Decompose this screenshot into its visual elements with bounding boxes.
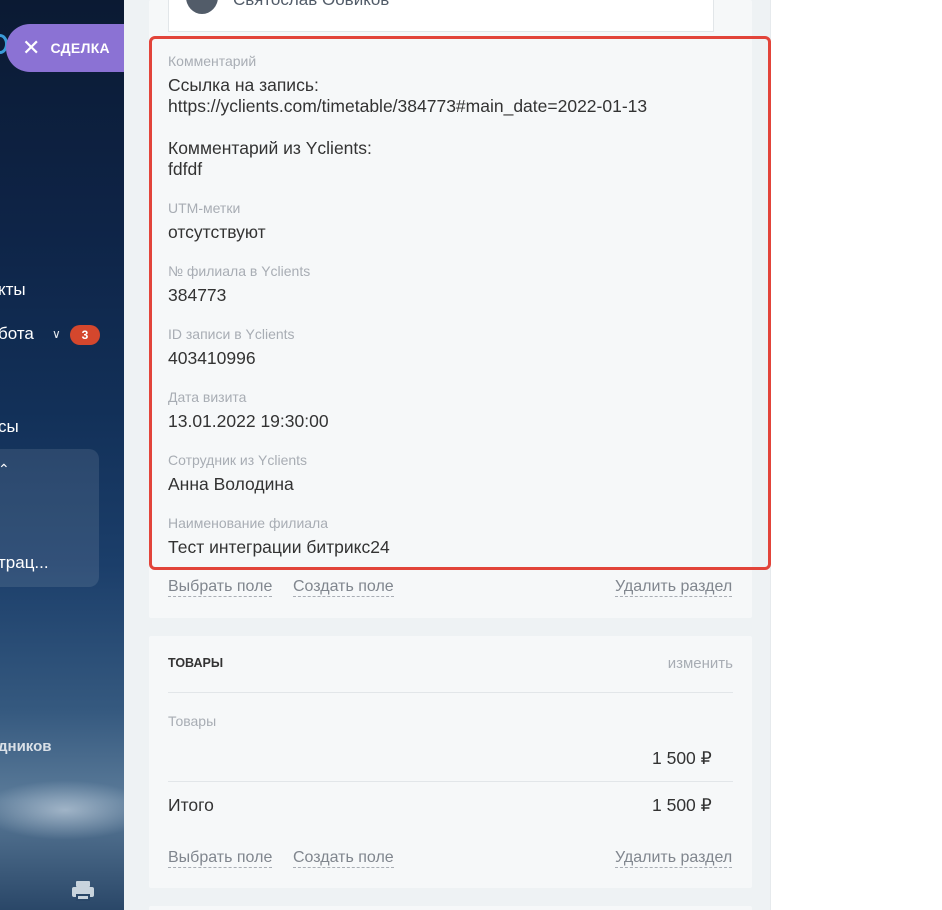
divider [168,781,733,782]
products-header: ТОВАРЫ [168,656,224,670]
print-icon[interactable] [72,881,94,901]
contact-name[interactable]: Святослав Оовиков [233,0,389,10]
products-label: Товары [168,713,217,729]
sidebar-item-work[interactable]: бота [0,324,34,344]
divider [168,692,733,693]
products-amount: 1 500 ₽ [652,748,712,768]
notification-badge: 3 [70,325,100,345]
avatar [186,0,218,14]
select-field-link[interactable]: Выбрать поле [168,849,273,868]
sidebar-item-contacts[interactable]: кты [0,280,26,300]
create-field-link[interactable]: Создать поле [293,578,394,597]
close-icon: ✕ [22,35,41,60]
sidebar-item-integration[interactable]: трац... [0,553,49,573]
create-field-link[interactable]: Создать поле [293,849,394,868]
total-amount: 1 500 ₽ [652,795,712,815]
next-card [149,906,752,910]
sidebar-integration-card[interactable]: ⌃ трац... [0,449,99,587]
left-sidebar: кты бота ∨ 3 сы ⌃ трац... дников [0,0,124,910]
change-products-button[interactable]: изменить [668,655,733,672]
highlight-frame [149,36,771,570]
sidebar-item-employees[interactable]: дников [0,738,52,755]
chevron-up-icon[interactable]: ⌃ [0,461,10,478]
close-deal-button[interactable]: ✕ СДЕЛКА [6,24,124,72]
background-cloud [0,780,124,840]
sidebar-item-processes[interactable]: сы [0,417,19,437]
delete-section-link[interactable]: Удалить раздел [615,578,733,597]
delete-section-link[interactable]: Удалить раздел [615,849,733,868]
select-field-link[interactable]: Выбрать поле [168,578,273,597]
total-label: Итого [168,795,214,815]
chevron-down-icon[interactable]: ∨ [52,327,61,341]
contact-box[interactable]: Святослав Оовиков [168,0,714,32]
right-panel [770,0,942,910]
deal-label: СДЕЛКА [50,40,110,56]
